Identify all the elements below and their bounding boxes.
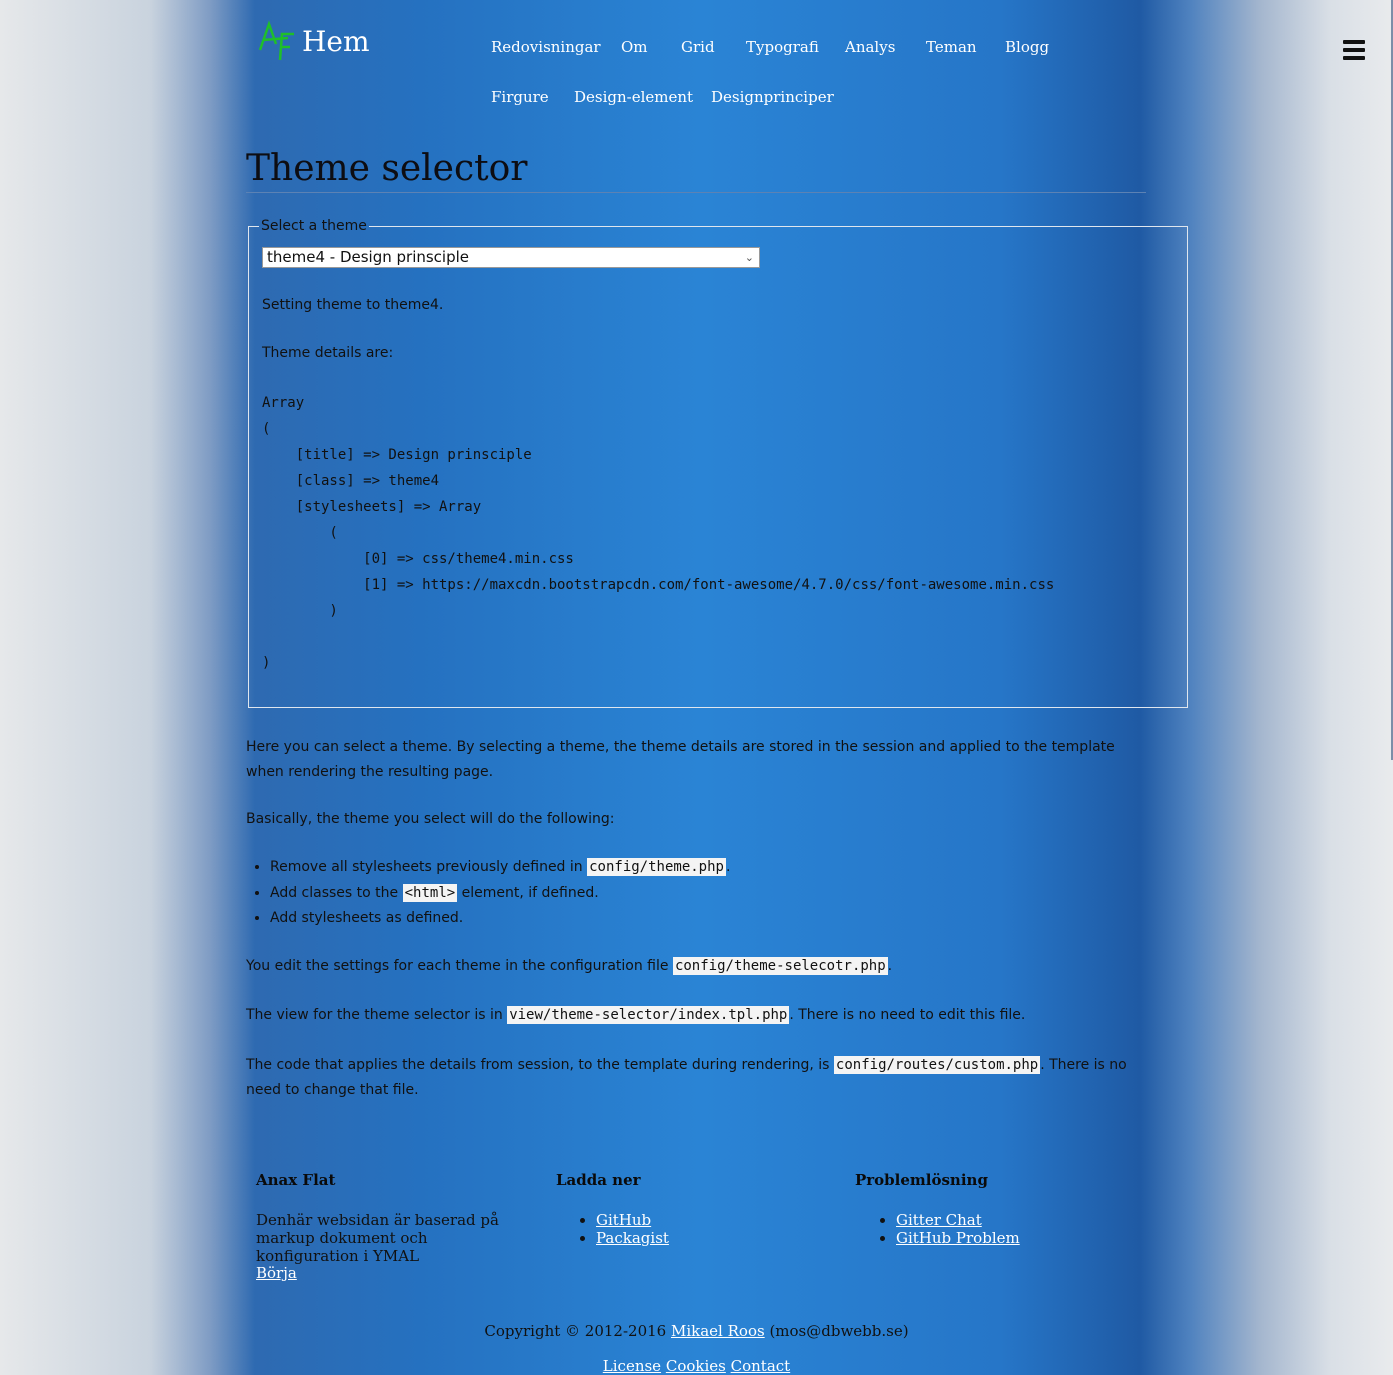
cookies-link[interactable]: Cookies [666,1357,726,1375]
basically-paragraph: Basically, the theme you select will do … [246,811,615,827]
edit-paragraph: You edit the settings for each theme in … [246,957,893,975]
nav-grid[interactable]: Grid [681,38,715,56]
theme-select[interactable]: theme4 - Design prinsciple ⌄ [262,247,760,268]
hamburger-menu-icon[interactable] [1343,40,1365,60]
list-item: Add stylesheets as defined. [270,906,730,932]
status-text: Setting theme to theme4. [262,297,444,313]
details-label: Theme details are: [262,345,394,361]
logo-text: Hem [302,24,370,58]
theme-array-dump: Array ( [title] => Design prinsciple [cl… [262,395,1055,671]
nav-analys[interactable]: Analys [845,38,895,56]
theme-select-value: theme4 - Design prinsciple [267,248,470,266]
footer-link-borja[interactable]: Börja [256,1264,297,1282]
contact-link[interactable]: Contact [731,1357,791,1375]
list-item: GitHub [596,1211,669,1229]
chevron-down-icon: ⌄ [744,251,754,264]
list-item: Gitter Chat [896,1211,1020,1229]
nav-design-element[interactable]: Design-element [574,88,693,106]
intro-paragraph: Here you can select a theme. By selectin… [246,739,1115,780]
copyright: Copyright © 2012-2016 Mikael Roos (mos@d… [484,1322,909,1340]
footer-download-list: GitHub Packagist [556,1211,669,1247]
footer-heading-ladda: Ladda ner [556,1171,641,1189]
footer-heading-problem: Problemlösning [855,1171,988,1189]
nav-teman[interactable]: Teman [926,38,977,56]
code-paragraph: The code that applies the details from s… [246,1056,1127,1098]
footer-heading-anax: Anax Flat [256,1171,336,1189]
code-snippet: config/routes/custom.php [833,1056,1041,1074]
nav-blogg[interactable]: Blogg [1005,38,1049,56]
nav-om[interactable]: Om [621,38,648,56]
page-title: Theme selector [246,148,528,189]
theme-actions-list: Remove all stylesheets previously define… [246,855,730,932]
code-snippet: config/theme.php [587,858,726,876]
packagist-link[interactable]: Packagist [596,1229,669,1247]
code-snippet: config/theme-selecotr.php [672,957,888,975]
list-item: Remove all stylesheets previously define… [270,855,730,881]
list-item: Packagist [596,1229,669,1247]
code-snippet: <html> [402,883,458,902]
list-item: GitHub Problem [896,1229,1020,1247]
view-paragraph: The view for the theme selector is in vi… [246,1006,1026,1024]
list-item: Add classes to the <html> element, if de… [270,881,730,907]
github-problem-link[interactable]: GitHub Problem [896,1229,1020,1247]
nav-typografi[interactable]: Typografi [746,38,819,56]
fieldset-legend: Select a theme [261,218,367,234]
code-snippet: view/theme-selector/index.tpl.php [507,1006,790,1024]
legal-links: License Cookies Contact [0,1357,1393,1375]
github-link[interactable]: GitHub [596,1211,651,1229]
af-logo-icon [258,20,294,61]
home-link[interactable]: Hem [258,20,370,62]
footer-description: Denhär websidan är baserad på markup dok… [256,1211,499,1265]
license-link[interactable]: License [603,1357,661,1375]
author-link[interactable]: Mikael Roos [671,1322,765,1340]
footer-support-list: Gitter Chat GitHub Problem [856,1211,1020,1247]
title-divider [246,192,1146,193]
nav-redovisningar[interactable]: Redovisningar [491,38,601,56]
gitter-chat-link[interactable]: Gitter Chat [896,1211,982,1229]
nav-firgure[interactable]: Firgure [491,88,549,106]
nav-designprinciper[interactable]: Designprinciper [711,88,834,106]
